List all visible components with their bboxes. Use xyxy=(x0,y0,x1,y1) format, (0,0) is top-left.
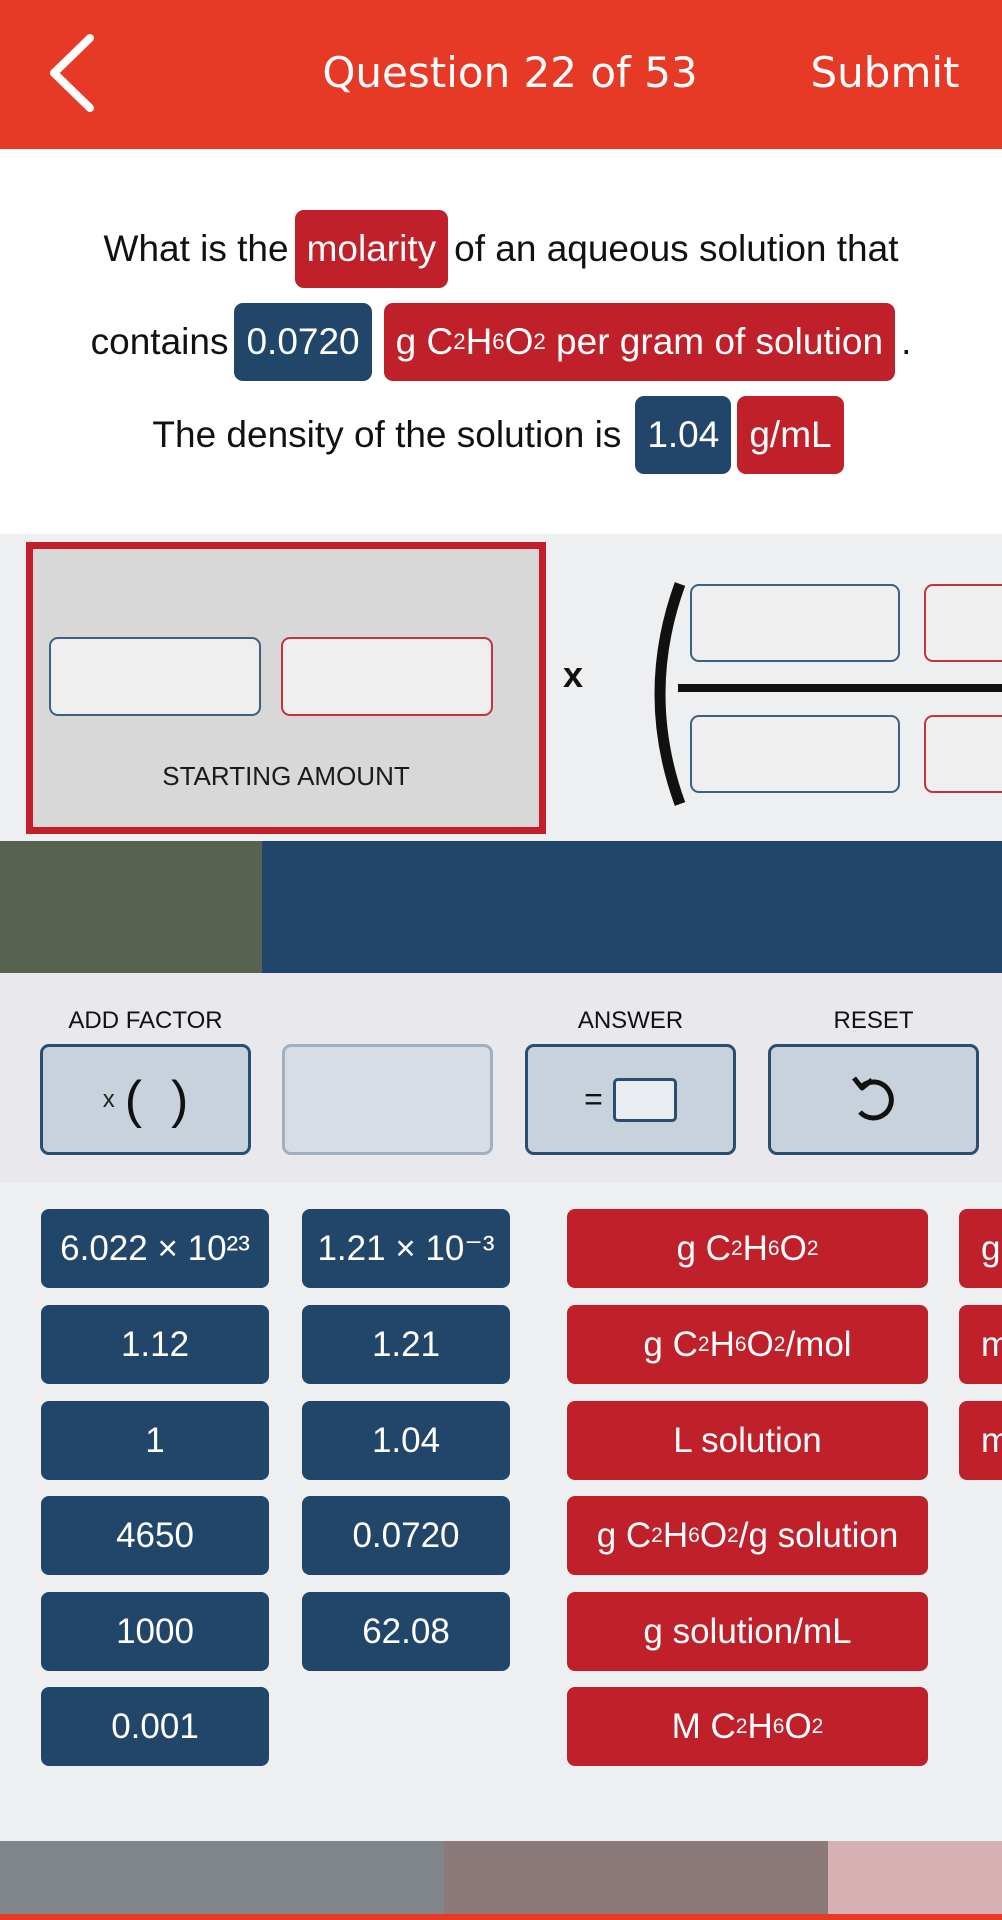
number-tile[interactable]: 1.21 xyxy=(302,1305,510,1384)
density-unit-chip: g/mL xyxy=(737,396,844,474)
starting-value-slot[interactable] xyxy=(49,637,261,716)
fraction-bar xyxy=(678,684,1002,692)
unit-tile[interactable]: M C2H6O2 xyxy=(567,1687,928,1766)
add-factor-button[interactable]: x ( ) xyxy=(40,1044,251,1155)
tile-bank: 6.022 × 10²³ 1.12 1 4650 1000 0.001 1.21… xyxy=(0,1183,1002,1841)
unit-tile[interactable]: g C 2 H 6 O 2/mol xyxy=(567,1305,928,1384)
reset-icon xyxy=(851,1075,894,1120)
denominator-unit-slot[interactable] xyxy=(924,715,1002,793)
answer-box-icon xyxy=(612,1077,677,1122)
starting-amount-label: STARTING AMOUNT xyxy=(162,761,410,791)
question-text: of an aqueous solution that xyxy=(454,228,899,269)
number-tile[interactable]: 1000 xyxy=(41,1592,269,1671)
starting-unit-slot[interactable] xyxy=(281,637,493,716)
bottom-strip-1 xyxy=(0,1841,444,1920)
dimensional-analysis-workspace: STARTING AMOUNT x xyxy=(0,534,1002,841)
answer-label: ANSWER xyxy=(577,1007,684,1034)
question-text: What is the xyxy=(103,228,289,269)
empty-factor-button[interactable] xyxy=(282,1044,493,1155)
back-button[interactable] xyxy=(40,30,110,116)
bottom-strip-2 xyxy=(444,1841,828,1920)
unit-tile-partial[interactable]: m xyxy=(959,1305,1002,1384)
submit-button[interactable]: Submit xyxy=(800,48,970,97)
chevron-left-icon xyxy=(50,34,94,112)
question-text: The density of the solution is xyxy=(152,414,622,455)
unit-tile-partial[interactable]: g xyxy=(959,1209,1002,1288)
equals-sign: = xyxy=(584,1081,603,1117)
question-period: . xyxy=(901,321,912,362)
bottom-accent-line xyxy=(0,1914,1002,1920)
number-tile[interactable]: 0.001 xyxy=(41,1687,269,1766)
number-tile[interactable]: 62.08 xyxy=(302,1592,510,1671)
bottom-strip-3 xyxy=(828,1841,1002,1920)
color-band-left xyxy=(0,841,262,973)
question-line-2: contains 0.0720 g C2H6O2 per gram of sol… xyxy=(0,302,1002,382)
unit-tile[interactable]: g C2H6O2 xyxy=(567,1209,928,1288)
denominator-value-slot[interactable] xyxy=(690,715,900,793)
question-text: contains xyxy=(90,321,229,362)
unit-tile[interactable]: g C 2 H 6 O 2/g solution xyxy=(567,1496,928,1575)
starting-amount-box[interactable]: STARTING AMOUNT xyxy=(26,542,546,834)
color-band-right xyxy=(262,841,1002,973)
numerator-value-slot[interactable] xyxy=(690,584,900,662)
number-tile[interactable]: 0.0720 xyxy=(302,1496,510,1575)
number-tile[interactable]: 1.04 xyxy=(302,1401,510,1480)
number-tile[interactable]: 1.12 xyxy=(41,1305,269,1384)
question-line-1: What is the molarity of an aqueous solut… xyxy=(0,209,1002,289)
add-factor-x: x xyxy=(102,1085,115,1113)
number-tile[interactable]: 4650 xyxy=(41,1496,269,1575)
question-panel: What is the molarity of an aqueous solut… xyxy=(0,149,1002,534)
molarity-chip: molarity xyxy=(294,210,449,288)
open-paren-icon xyxy=(654,582,686,806)
question-line-3: The density of the solution is 1.04 g/mL xyxy=(0,395,1002,475)
density-value-chip: 1.04 xyxy=(635,396,732,474)
mass-fraction-unit-chip: g C2H6O2 per gram of solution xyxy=(383,303,896,381)
factor-controls: ADD FACTOR x ( ) ANSWER = RESET xyxy=(0,973,1002,1183)
number-tile[interactable]: 6.022 × 10²³ xyxy=(41,1209,269,1288)
reset-label: RESET xyxy=(833,1007,914,1034)
multiply-symbol: x xyxy=(563,654,584,695)
reset-button[interactable] xyxy=(768,1044,979,1155)
unit-tile[interactable]: L solution xyxy=(567,1401,928,1480)
top-bar: Question 22 of 53 Submit xyxy=(0,0,1002,149)
add-factor-parens: ( ) xyxy=(124,1070,189,1129)
unit-tile[interactable]: g solution/mL xyxy=(567,1592,928,1671)
add-factor-label: ADD FACTOR xyxy=(68,1007,223,1034)
mass-fraction-value-chip: 0.0720 xyxy=(234,303,372,381)
number-tile[interactable]: 1.21 × 10⁻³ xyxy=(302,1209,510,1288)
question-counter: Question 22 of 53 xyxy=(322,48,698,97)
numerator-unit-slot[interactable] xyxy=(924,584,1002,662)
unit-tile-partial[interactable]: m xyxy=(959,1401,1002,1480)
answer-button[interactable]: = xyxy=(525,1044,736,1155)
number-tile[interactable]: 1 xyxy=(41,1401,269,1480)
